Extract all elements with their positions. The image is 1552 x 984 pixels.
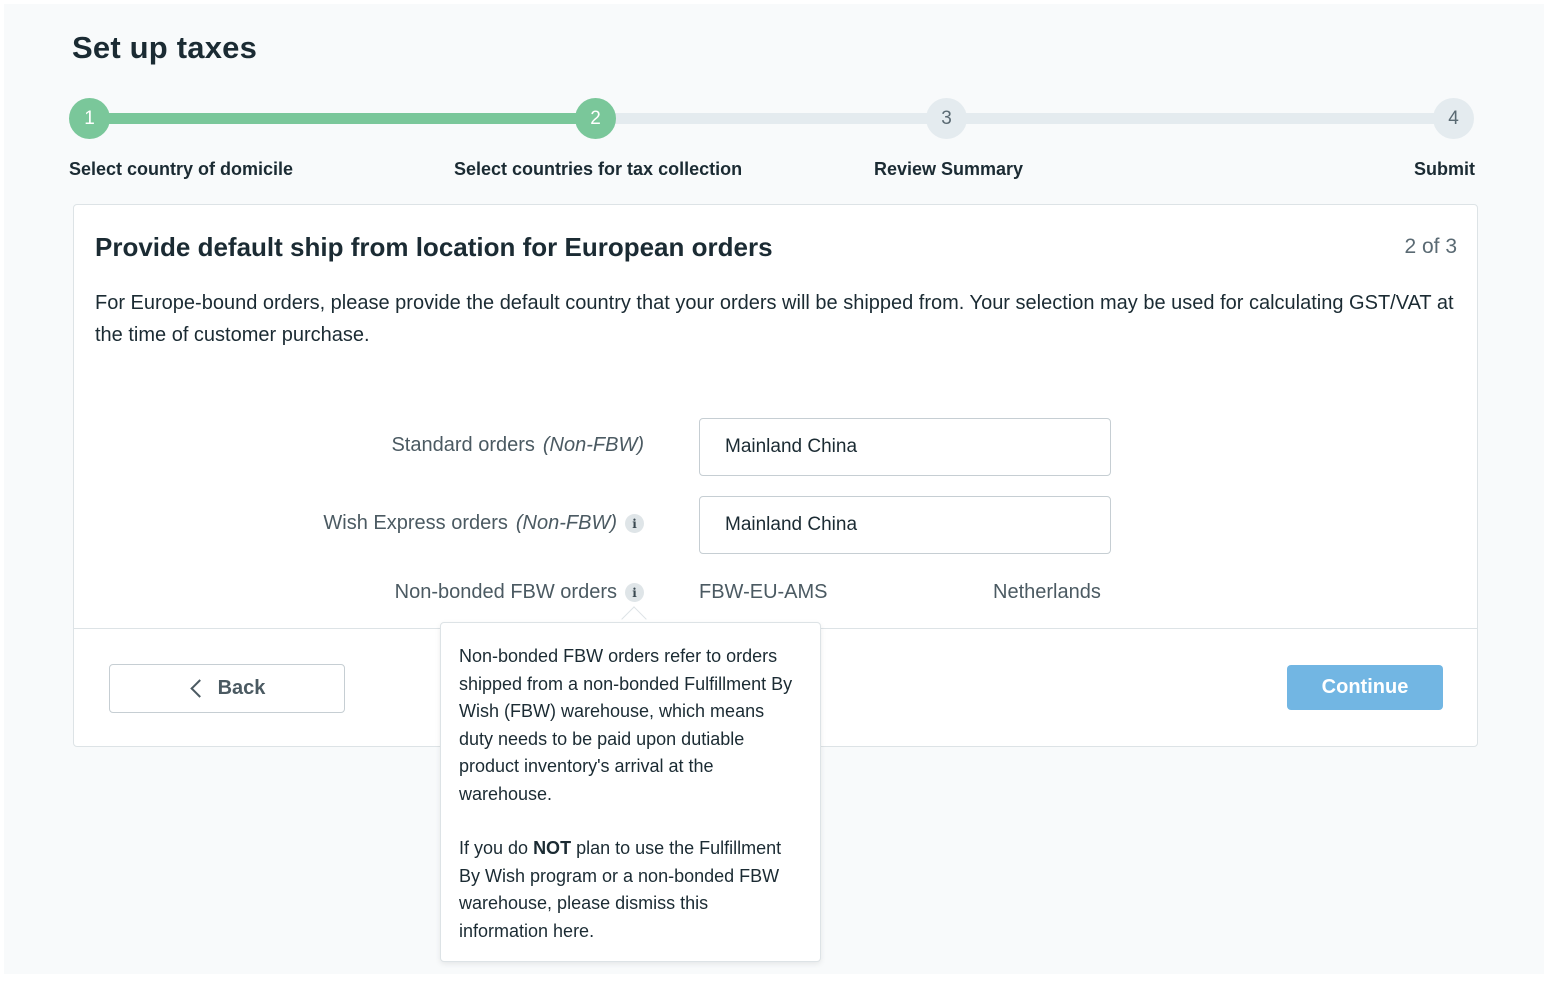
tooltip-emphasis: NOT	[533, 838, 572, 858]
step-3-label: Review Summary	[874, 159, 1024, 179]
step-2-label: Select countries for tax collection	[454, 159, 743, 179]
card-description: For Europe-bound orders, please provide …	[95, 292, 1454, 346]
standard-orders-label-text: Standard orders	[391, 434, 535, 456]
fbw-warehouse-value: FBW-EU-AMS	[699, 581, 828, 603]
back-button-label: Back	[217, 677, 266, 699]
chevron-left-icon	[189, 679, 209, 698]
wish-express-orders-label: Wish Express orders (Non-FBW) i	[323, 512, 644, 535]
fbw-orders-label: Non-bonded FBW orders i	[395, 581, 644, 604]
fbw-info-tooltip: Non-bonded FBW orders refer to orders sh…	[440, 622, 821, 962]
step-1-label: Select country of domicile	[69, 159, 294, 179]
progress-track-remaining	[604, 113, 1454, 124]
step-3-circle: 3	[926, 98, 967, 139]
continue-button[interactable]: Continue	[1287, 665, 1443, 710]
step-4-circle: 4	[1433, 98, 1474, 139]
wish-express-orders-qualifier: (Non-FBW)	[515, 512, 617, 534]
tooltip-text: If you do	[459, 838, 534, 858]
wish-express-country-select[interactable]: Mainland China	[699, 496, 1111, 554]
step-1-circle: 1	[69, 98, 110, 139]
standard-orders-country-value: Mainland China	[725, 436, 858, 457]
tooltip-paragraph-1: Non-bonded FBW orders refer to orders sh…	[459, 646, 793, 804]
fbw-country-value: Netherlands	[993, 581, 1101, 603]
info-icon[interactable]: i	[625, 514, 644, 533]
standard-orders-country-select[interactable]: Mainland China	[699, 418, 1111, 476]
card-title: Provide default ship from location for E…	[95, 232, 773, 262]
tooltip-paragraph-2: If you do NOT plan to use the Fulfillmen…	[459, 835, 802, 945]
step-2-circle: 2	[575, 98, 616, 139]
standard-orders-qualifier: (Non-FBW)	[542, 434, 644, 456]
fbw-orders-label-text: Non-bonded FBW orders	[394, 581, 617, 603]
page-title: Set up taxes	[72, 30, 258, 65]
step-4-label: Submit	[1414, 159, 1475, 179]
back-button[interactable]: Back	[109, 664, 345, 713]
standard-orders-label: Standard orders (Non-FBW)	[391, 434, 644, 457]
page-background: Set up taxes 1 2 3 4 Select country of d…	[4, 4, 1544, 974]
info-icon[interactable]: i	[625, 583, 644, 602]
wish-express-orders-label-text: Wish Express orders	[323, 512, 508, 534]
wish-express-country-value: Mainland China	[725, 514, 858, 535]
progress-track-complete	[104, 113, 594, 124]
card-step-count: 2 of 3	[1404, 235, 1457, 258]
